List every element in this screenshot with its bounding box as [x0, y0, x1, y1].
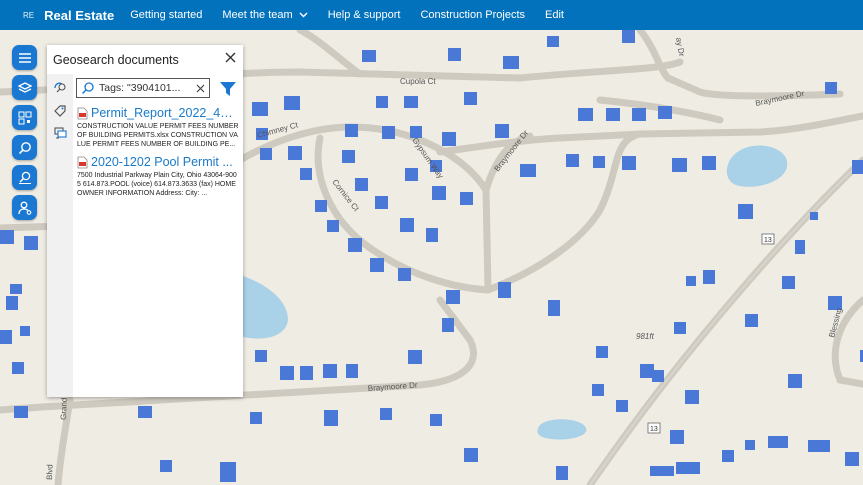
close-icon	[196, 84, 205, 92]
nav-help-support[interactable]: Help & support	[328, 9, 401, 21]
road-label: Blvd	[45, 464, 55, 480]
nav-label: Meet the team	[222, 9, 293, 21]
app-title[interactable]: Real Estate	[44, 8, 114, 23]
search-query: Tags: "3904101...	[99, 82, 181, 94]
qr-button[interactable]	[12, 105, 37, 130]
geosearch-button[interactable]	[12, 165, 37, 190]
close-icon	[225, 52, 236, 63]
qr-code-icon	[18, 111, 31, 124]
user-settings-button[interactable]	[12, 195, 37, 220]
nav-meet-the-team[interactable]: Meet the team	[222, 9, 308, 21]
nav-construction-projects[interactable]: Construction Projects	[420, 9, 525, 21]
road-label: Cupola Ct	[400, 77, 436, 86]
nav-label: Edit	[545, 9, 564, 21]
pdf-file-icon	[77, 107, 88, 119]
pin-search-icon	[18, 171, 31, 184]
documents-icon[interactable]	[53, 126, 67, 140]
elevation-label: 981ft	[636, 332, 655, 341]
geosearch-panel: Geosearch documents Tags: "3904101... Pe…	[47, 45, 243, 397]
route-shield: 13	[647, 422, 661, 434]
pdf-file-icon	[77, 156, 88, 168]
route-shield-label: 13	[650, 426, 658, 433]
panel-title: Geosearch documents	[53, 53, 179, 67]
road-label: Braymoore Dr	[368, 381, 419, 393]
road-label: Grand	[59, 398, 69, 421]
layers-button[interactable]	[12, 75, 37, 100]
nav-label: Getting started	[130, 9, 203, 21]
chevron-down-icon	[299, 12, 308, 18]
close-button[interactable]	[225, 50, 236, 67]
app-logo: RE	[23, 10, 35, 20]
panel-side-strip	[47, 74, 73, 397]
layers-icon	[17, 81, 32, 93]
menu-icon	[18, 52, 31, 63]
top-nav-bar: RE Real Estate Getting started Meet the …	[0, 0, 863, 30]
result-title[interactable]: Permit_Report_2022_4A...	[91, 106, 235, 120]
search-icon	[18, 141, 31, 154]
search-button[interactable]	[12, 135, 37, 160]
result-title[interactable]: 2020-1202 Pool Permit ...	[91, 155, 235, 169]
tag-icon[interactable]	[53, 104, 67, 118]
map-toolbar	[12, 45, 37, 220]
clear-search-button[interactable]	[196, 81, 205, 96]
road-label: Braymoore Dr	[755, 89, 806, 108]
road-label: ay Dr	[674, 37, 686, 58]
nav-getting-started[interactable]: Getting started	[130, 9, 202, 21]
menu-button[interactable]	[12, 45, 37, 70]
result-item[interactable]: 2020-1202 Pool Permit ... 7500 Industria…	[77, 155, 239, 198]
result-snippet: CONSTRUCTION VALUE PERMIT FEES NUMBER OF…	[77, 123, 239, 148]
search-input[interactable]: Tags: "3904101...	[76, 78, 210, 98]
nav-label: Construction Projects	[420, 9, 526, 21]
nav-label: Help & support	[327, 9, 401, 21]
result-item[interactable]: Permit_Report_2022_4A... CONSTRUCTION VA…	[77, 106, 239, 149]
result-snippet: 7500 Industrial Parkway Plain City, Ohio…	[77, 172, 237, 197]
route-shield: 13	[761, 233, 775, 245]
geosearch-tab-icon[interactable]	[53, 80, 67, 94]
route-shield-label: 13	[764, 237, 772, 244]
filter-icon[interactable]	[219, 80, 237, 98]
user-settings-icon	[17, 201, 31, 215]
nav-edit[interactable]: Edit	[545, 9, 564, 21]
search-icon	[81, 82, 94, 95]
